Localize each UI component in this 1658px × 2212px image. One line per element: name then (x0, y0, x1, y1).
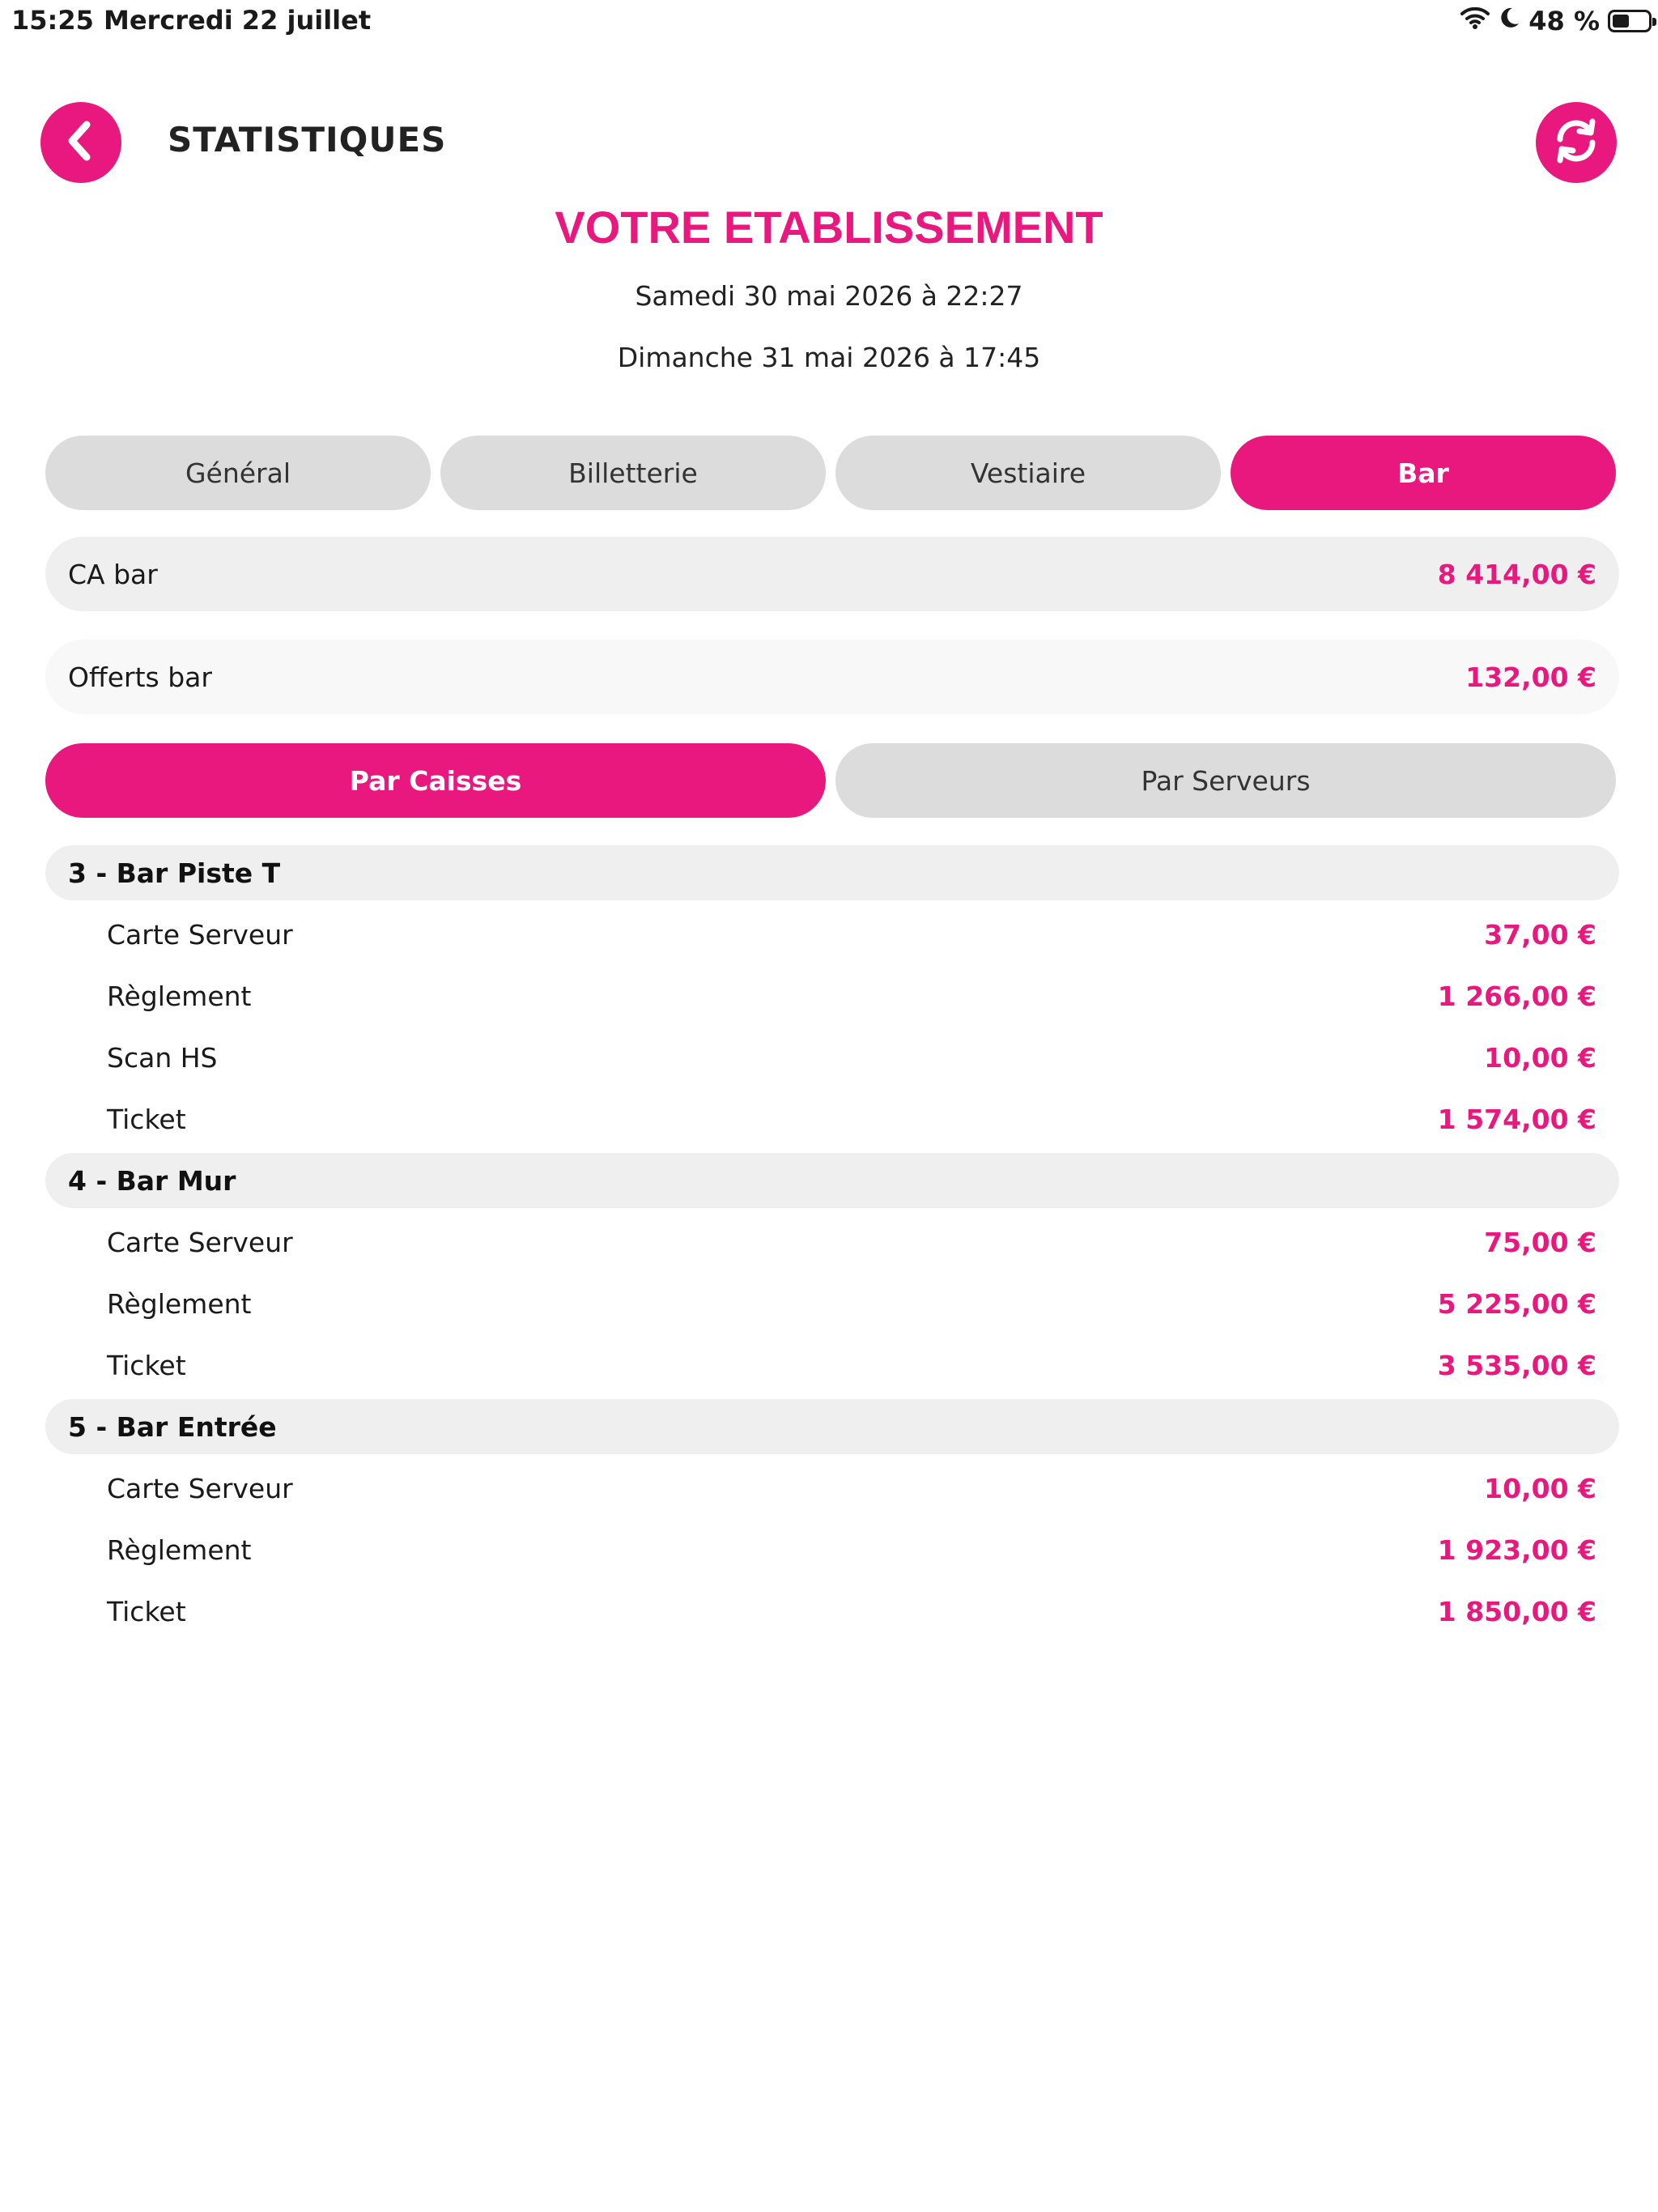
status-indicators: 48 % (1460, 5, 1656, 37)
kpi-label: Offerts bar (68, 661, 212, 693)
back-button[interactable] (40, 102, 121, 183)
moon-icon (1498, 6, 1520, 36)
list-item: Ticket 1 850,00 € (107, 1587, 1596, 1636)
refresh-button[interactable] (1536, 102, 1617, 183)
wifi-icon (1460, 6, 1490, 36)
item-value: 10,00 € (1484, 1472, 1596, 1504)
item-value: 37,00 € (1484, 918, 1596, 951)
group-header: 4 - Bar Mur (45, 1153, 1619, 1208)
item-value: 10,00 € (1484, 1041, 1596, 1074)
item-value: 3 535,00 € (1437, 1349, 1596, 1381)
category-tabs: Général Billetterie Vestiaire Bar (45, 436, 1616, 510)
establishment-name: VOTRE ETABLISSEMENT (555, 202, 1103, 253)
tab-bar[interactable]: Bar (1231, 436, 1616, 510)
tab-general[interactable]: Général (45, 436, 431, 510)
item-value: 1 574,00 € (1437, 1103, 1596, 1135)
chevron-left-icon (61, 117, 101, 168)
period-end: Dimanche 31 mai 2026 à 17:45 (617, 342, 1041, 373)
ca-bar-row: CA bar 8 414,00 € (45, 537, 1619, 611)
list-item: Carte Serveur 37,00 € (107, 910, 1596, 959)
battery-percent: 48 % (1528, 6, 1600, 36)
item-label: Carte Serveur (107, 918, 293, 951)
list-item: Règlement 1 923,00 € (107, 1525, 1596, 1574)
refresh-icon (1550, 115, 1602, 170)
kpi-value: 132,00 € (1465, 661, 1596, 693)
tab-vestiaire[interactable]: Vestiaire (835, 436, 1221, 510)
item-label: Ticket (107, 1103, 186, 1135)
item-value: 1 850,00 € (1437, 1595, 1596, 1627)
list-item: Carte Serveur 10,00 € (107, 1464, 1596, 1512)
item-label: Carte Serveur (107, 1226, 293, 1258)
grouping-tabs: Par Caisses Par Serveurs (45, 743, 1616, 818)
tab-billetterie[interactable]: Billetterie (440, 436, 826, 510)
status-time: 15:25 (11, 5, 94, 36)
item-label: Règlement (107, 980, 252, 1012)
list-item: Scan HS 10,00 € (107, 1033, 1596, 1082)
list-item: Règlement 1 266,00 € (107, 972, 1596, 1020)
battery-icon (1608, 10, 1656, 32)
offerts-bar-row: Offerts bar 132,00 € (45, 640, 1619, 714)
item-value: 1 923,00 € (1437, 1534, 1596, 1566)
list-item: Carte Serveur 75,00 € (107, 1218, 1596, 1266)
item-value: 5 225,00 € (1437, 1287, 1596, 1320)
item-label: Carte Serveur (107, 1472, 293, 1504)
list-item: Ticket 3 535,00 € (107, 1341, 1596, 1389)
tab-par-serveurs[interactable]: Par Serveurs (835, 743, 1616, 818)
page-title: STATISTIQUES (168, 120, 447, 160)
kpi-value: 8 414,00 € (1437, 558, 1596, 590)
item-label: Règlement (107, 1534, 252, 1566)
item-label: Règlement (107, 1287, 252, 1320)
kpi-label: CA bar (68, 558, 158, 590)
list-item: Ticket 1 574,00 € (107, 1095, 1596, 1143)
item-value: 1 266,00 € (1437, 980, 1596, 1012)
status-date: Mercredi 22 juillet (104, 5, 372, 36)
group-header: 5 - Bar Entrée (45, 1399, 1619, 1454)
tab-par-caisses[interactable]: Par Caisses (45, 743, 826, 818)
group-header: 3 - Bar Piste T (45, 845, 1619, 900)
item-label: Scan HS (107, 1041, 218, 1074)
list-item: Règlement 5 225,00 € (107, 1279, 1596, 1328)
period-start: Samedi 30 mai 2026 à 22:27 (635, 280, 1023, 312)
item-value: 75,00 € (1484, 1226, 1596, 1258)
status-bar: 15:25 Mercredi 22 juillet 48 % (0, 0, 1658, 42)
item-label: Ticket (107, 1595, 186, 1627)
item-label: Ticket (107, 1349, 186, 1381)
